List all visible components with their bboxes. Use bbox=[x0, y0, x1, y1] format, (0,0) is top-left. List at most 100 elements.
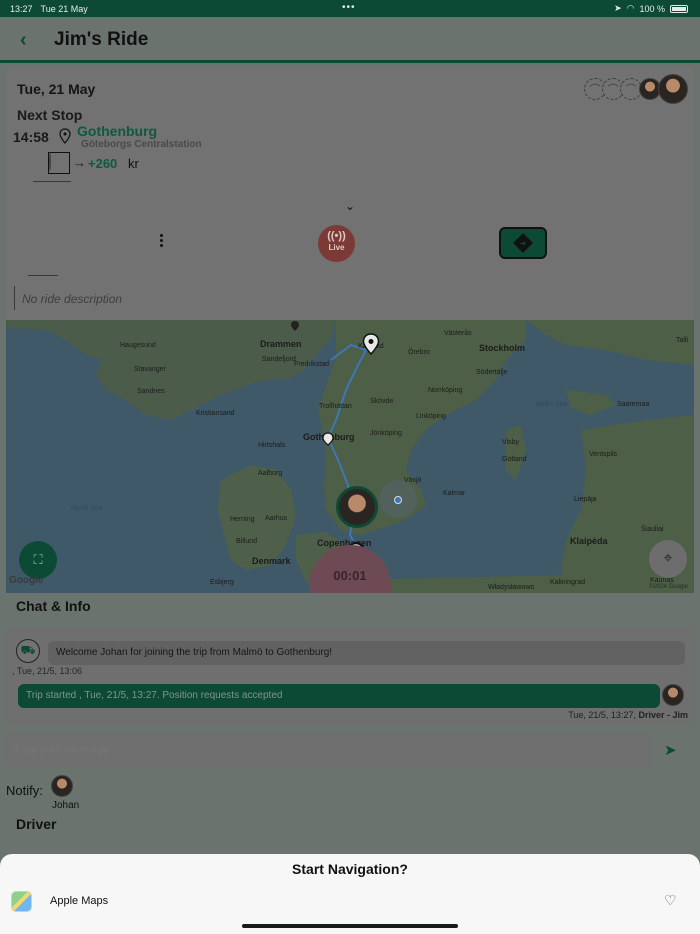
apple-maps-option[interactable]: Apple Maps bbox=[50, 895, 108, 907]
app-logo-icon: ⛟ bbox=[16, 639, 40, 663]
directions-icon: ➜ bbox=[513, 233, 533, 253]
stop-time: 14:58 bbox=[13, 129, 49, 145]
back-chevron-icon[interactable]: ‹ bbox=[20, 29, 27, 52]
multitask-dots-icon: ••• bbox=[342, 2, 356, 13]
notify-name: Johan bbox=[52, 800, 80, 811]
divider bbox=[28, 275, 58, 276]
map-label: Billund bbox=[236, 538, 258, 545]
stop-station: Göteborgs Centralstation bbox=[81, 139, 202, 150]
status-right: ➤ ◠ 100 % bbox=[614, 3, 688, 14]
system-message: Welcome Johan for joining the trip from … bbox=[48, 641, 685, 665]
driver-section-title: Driver bbox=[16, 816, 57, 832]
map-label: Haugesund bbox=[120, 342, 156, 349]
navigate-button[interactable]: ➜ bbox=[499, 227, 547, 259]
driver-location-avatar[interactable] bbox=[336, 486, 378, 528]
page-title: Jim's Ride bbox=[54, 29, 149, 50]
map-label: Sandefjord bbox=[262, 356, 296, 363]
map-label: Aalborg bbox=[258, 470, 283, 477]
map-label: Kaunas bbox=[650, 577, 674, 584]
battery-percent: 100 % bbox=[639, 3, 665, 14]
wifi-icon: ◠ bbox=[626, 3, 635, 13]
notify-label: Notify: bbox=[6, 783, 43, 798]
broadcast-icon: ((•)) bbox=[327, 230, 346, 242]
ride-card: Tue, 21 May ⌒ ⌒ ⌒ Next Stop 14:58 Gothen… bbox=[6, 68, 694, 320]
my-location-icon[interactable]: ⌖ bbox=[649, 540, 687, 578]
map-label: Gotland bbox=[502, 456, 527, 463]
map-label: Norrköping bbox=[428, 387, 463, 394]
apple-maps-icon[interactable] bbox=[11, 891, 32, 912]
fullscreen-icon[interactable]: ⛶ bbox=[19, 541, 57, 579]
map-label: North Sea bbox=[71, 505, 103, 512]
status-bar: 13:27 Tue 21 May ••• ➤ ◠ 100 % bbox=[0, 0, 700, 17]
map-label: Ventspils bbox=[589, 451, 618, 458]
map-label: Örebro bbox=[408, 349, 430, 356]
map-label: Kristiansand bbox=[196, 410, 235, 417]
map-label: Kaliningrad bbox=[550, 579, 586, 586]
map-label: Trollhättan bbox=[319, 403, 352, 410]
route-map[interactable]: Haugesund Drammen Västerås Talli Sandefj… bbox=[6, 320, 694, 593]
more-options-icon[interactable] bbox=[160, 234, 164, 250]
driver-message-meta: Tue, 21/5, 13:27, Driver - Jim bbox=[568, 710, 688, 720]
map-copyright: ©2024 Google bbox=[649, 584, 688, 590]
ride-date: Tue, 21 May bbox=[17, 81, 96, 97]
navigation-sheet: Start Navigation? Apple Maps ♡ bbox=[0, 854, 700, 934]
divider bbox=[33, 181, 71, 182]
map-label: Fredrikstad bbox=[294, 361, 330, 368]
map-label: Drammen bbox=[260, 339, 302, 349]
home-indicator bbox=[242, 924, 458, 928]
passenger-frame[interactable] bbox=[48, 152, 70, 174]
current-location-dot bbox=[394, 496, 402, 504]
status-time: 13:27 bbox=[10, 3, 33, 14]
passenger-avatar bbox=[49, 152, 51, 171]
next-stop-label: Next Stop bbox=[17, 107, 83, 123]
driver-message-sender: Driver - Jim bbox=[638, 710, 688, 720]
map-label: Stavanger bbox=[134, 366, 166, 373]
destination-pin-icon[interactable] bbox=[362, 333, 380, 355]
map-label: Herning bbox=[230, 516, 255, 523]
map-label: Stockholm bbox=[479, 343, 526, 353]
seat-avatars: ⌒ ⌒ ⌒ bbox=[584, 74, 688, 104]
waypoint-pin-icon[interactable] bbox=[290, 320, 300, 332]
map-label: Denmark bbox=[252, 556, 291, 566]
driver-message: Trip started , Tue, 21/5, 13:27. Positio… bbox=[18, 684, 660, 708]
map-pin-icon bbox=[59, 128, 71, 144]
map-label: Liepāja bbox=[574, 496, 597, 503]
map-label: Baltic Sea bbox=[536, 401, 568, 408]
location-arrow-icon: ➤ bbox=[614, 3, 622, 13]
notify-avatar[interactable] bbox=[51, 775, 73, 797]
map-label: Västerås bbox=[444, 330, 472, 337]
header: ‹ Jim's Ride bbox=[0, 17, 700, 63]
map-label: Skövde bbox=[370, 398, 394, 405]
message-input[interactable] bbox=[6, 733, 651, 767]
driver-avatar bbox=[662, 684, 684, 706]
battery-icon bbox=[670, 4, 688, 13]
map-label: Saaremaa bbox=[617, 401, 650, 408]
driver-avatar bbox=[658, 74, 688, 104]
ride-description[interactable]: No ride description bbox=[22, 292, 122, 306]
heart-icon[interactable]: ♡ bbox=[664, 892, 677, 909]
map-label: Linköping bbox=[416, 413, 446, 420]
map-label: Kalmar bbox=[443, 490, 466, 497]
chevron-down-icon[interactable]: ⌄ bbox=[345, 199, 355, 213]
map-label: Södertälje bbox=[476, 369, 508, 376]
stop-city[interactable]: Gothenburg bbox=[77, 123, 157, 139]
system-message-time: , Tue, 21/5, 13:06 bbox=[12, 666, 83, 676]
map-label: Klaipėda bbox=[570, 536, 608, 546]
gothenburg-pin-icon[interactable] bbox=[322, 432, 334, 446]
chat-card: ⛟ Welcome Johan for joining the trip fro… bbox=[6, 627, 694, 725]
status-date: Tue 21 May bbox=[40, 3, 88, 14]
sheet-title: Start Navigation? bbox=[292, 861, 408, 877]
live-button[interactable]: ((•)) Live bbox=[318, 225, 355, 262]
map-label: Visby bbox=[502, 439, 519, 446]
map-label: Sandnes bbox=[137, 388, 165, 395]
map-label: Władysławowo bbox=[488, 584, 535, 591]
map-label: Jönköping bbox=[370, 430, 402, 437]
system-time-text: Tue, 21/5, 13:06 bbox=[16, 666, 83, 676]
map-label: Šiauliai bbox=[641, 526, 664, 533]
map-label: Talli bbox=[676, 337, 689, 344]
send-icon[interactable]: ➤ bbox=[664, 741, 677, 759]
map-label: Hirtshals bbox=[258, 442, 286, 449]
description-bar bbox=[14, 286, 15, 310]
driver-message-time: Tue, 21/5, 13:27, bbox=[568, 710, 636, 720]
map-label: Aarhus bbox=[265, 515, 288, 522]
